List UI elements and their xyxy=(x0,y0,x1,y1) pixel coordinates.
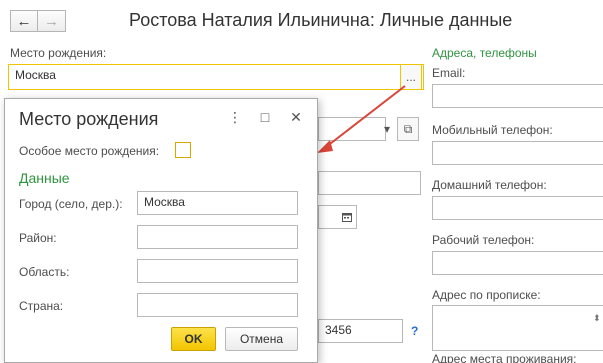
country-label: Страна: xyxy=(19,299,64,313)
partial-select-field[interactable] xyxy=(318,117,386,141)
close-icon[interactable]: ✕ xyxy=(288,109,304,126)
ok-button[interactable]: OK xyxy=(171,327,216,351)
birthplace-label: Место рождения: xyxy=(10,46,107,60)
home-phone-input[interactable] xyxy=(432,196,603,220)
special-birthplace-label: Особое место рождения: xyxy=(19,144,160,158)
district-input[interactable] xyxy=(137,225,298,249)
partial-field-2[interactable] xyxy=(318,171,421,195)
focus-border xyxy=(421,64,424,90)
maximize-icon[interactable]: □ xyxy=(257,109,273,125)
birthplace-select-button[interactable]: ... xyxy=(400,64,422,90)
cancel-button[interactable]: Отмена xyxy=(225,327,298,351)
email-input[interactable] xyxy=(432,84,603,108)
data-section-title: Данные xyxy=(19,170,70,186)
navigation-buttons: ← → xyxy=(10,10,66,32)
arrow-left-icon: ← xyxy=(16,12,32,30)
region-label: Область: xyxy=(19,265,70,279)
partial-phone-field[interactable]: 3456 xyxy=(318,319,403,343)
work-phone-label: Рабочий телефон: xyxy=(432,233,535,247)
email-label: Email: xyxy=(432,66,466,80)
more-menu-icon[interactable]: ⋮ xyxy=(227,109,243,126)
ellipsis-icon: ... xyxy=(405,70,416,84)
birthplace-input[interactable]: Москва xyxy=(8,64,401,90)
arrow-right-icon: → xyxy=(44,12,59,30)
special-birthplace-checkbox[interactable] xyxy=(175,142,191,158)
home-phone-label: Домашний телефон: xyxy=(432,178,547,192)
resize-icon[interactable]: ⬍ xyxy=(593,313,601,324)
mobile-label: Мобильный телефон: xyxy=(432,123,553,137)
city-label: Город (село, дер.): xyxy=(19,197,123,211)
contacts-section-title: Адреса, телефоны xyxy=(432,46,537,60)
birthplace-dialog: Место рождения ⋮ □ ✕ Особое место рожден… xyxy=(4,98,318,363)
district-label: Район: xyxy=(19,231,57,245)
open-icon[interactable]: ⧉ xyxy=(397,117,419,141)
city-input[interactable]: Москва xyxy=(137,191,298,215)
work-phone-input[interactable] xyxy=(432,251,603,275)
calendar-icon[interactable] xyxy=(337,205,357,229)
mobile-input[interactable] xyxy=(432,141,603,165)
country-input[interactable] xyxy=(137,293,298,317)
forward-button[interactable]: → xyxy=(38,10,66,32)
registration-address-input[interactable] xyxy=(432,305,603,351)
page-title: Ростова Наталия Ильинична: Личные данные xyxy=(129,10,513,30)
region-input[interactable] xyxy=(137,259,298,283)
back-button[interactable]: ← xyxy=(10,10,38,32)
dropdown-arrow-icon[interactable]: ▾ xyxy=(378,117,396,141)
registration-address-label: Адрес по прописке: xyxy=(432,288,541,302)
residence-address-label: Адрес места проживания: xyxy=(432,352,577,363)
help-icon[interactable]: ? xyxy=(411,324,418,338)
dialog-title: Место рождения xyxy=(19,109,159,129)
